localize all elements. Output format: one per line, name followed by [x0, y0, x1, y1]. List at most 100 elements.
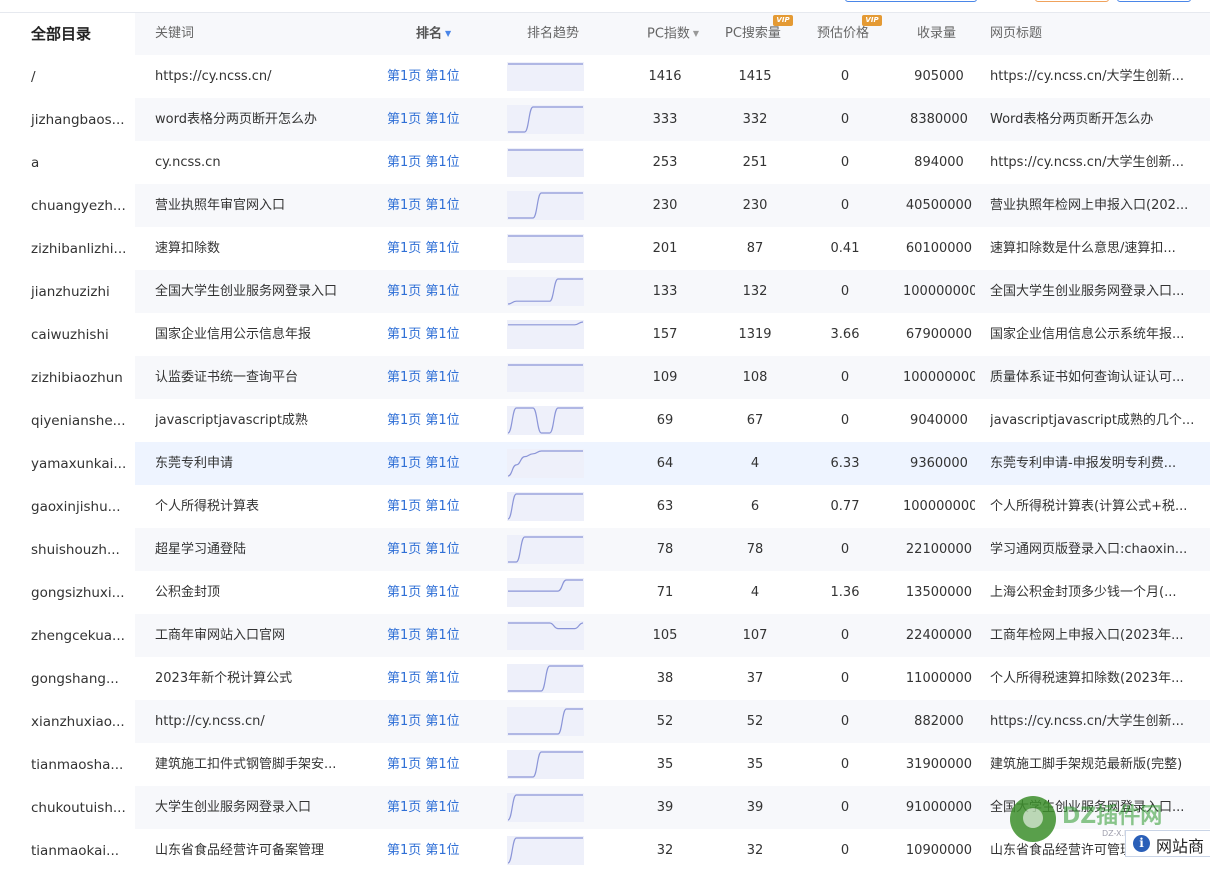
sidebar-item[interactable]: chukoutuish... — [12, 787, 135, 830]
keyword-cell[interactable]: 个人所得税计算表 — [155, 485, 360, 528]
site-badge[interactable]: i 网站商 — [1125, 830, 1210, 857]
rank-cell[interactable]: 第1页 第1位 — [387, 829, 477, 872]
keyword-cell[interactable]: 认监委证书统一查询平台 — [155, 356, 360, 399]
table-row[interactable]: 个人所得税计算表 第1页 第1位 63 6 0.77 100000000 个人所得税计算表(… — [135, 485, 1210, 528]
rank-cell[interactable]: 第1页 第1位 — [387, 571, 477, 614]
rank-cell[interactable]: 第1页 第1位 — [387, 141, 477, 184]
page-title-cell[interactable]: https://cy.ncss.cn/大学生创新... — [990, 55, 1200, 98]
rank-cell[interactable]: 第1页 第1位 — [387, 184, 477, 227]
page-title-cell[interactable]: 东莞专利申请-申报发明专利费... — [990, 442, 1200, 485]
rank-cell[interactable]: 第1页 第1位 — [387, 700, 477, 743]
page-title-cell[interactable]: 国家企业信用信息公示系统年报... — [990, 313, 1200, 356]
sidebar-item[interactable]: zizhibanlizhi... — [12, 228, 135, 271]
sidebar-item[interactable]: tianmaokai... — [12, 830, 135, 873]
table-row[interactable]: 工商年审网站入口官网 第1页 第1位 105 107 0 22400000 工商年检网上申报… — [135, 614, 1210, 657]
table-row[interactable]: https://cy.ncss.cn/第1页 第1位 1416 1415 0 90500… — [135, 55, 1210, 98]
page-title-cell[interactable]: 营业执照年检网上申报入口(202... — [990, 184, 1200, 227]
page-title-cell[interactable]: Word表格分两页断开怎么办 — [990, 98, 1200, 141]
page-title-cell[interactable]: 上海公积金封顶多少钱一个月(... — [990, 571, 1200, 614]
keyword-cell[interactable]: 公积金封顶 — [155, 571, 360, 614]
table-row[interactable]: 营业执照年审官网入口 第1页 第1位 230 230 0 40500000 营业执照年检网上… — [135, 184, 1210, 227]
table-row[interactable]: 国家企业信用公示信息年报 第1页 第1位 157 1319 3.66 67900000 国家… — [135, 313, 1210, 356]
sidebar-item[interactable]: chuangyezh... — [12, 185, 135, 228]
keyword-cell[interactable]: http://cy.ncss.cn/ — [155, 700, 360, 743]
sidebar-item[interactable]: gaoxinjishu... — [12, 486, 135, 529]
sidebar-item[interactable]: / — [12, 56, 135, 99]
page-title-cell[interactable]: 个人所得税计算表(计算公式+税... — [990, 485, 1200, 528]
table-row[interactable]: http://cy.ncss.cn/第1页 第1位 52 52 0 882000 http… — [135, 700, 1210, 743]
rank-cell[interactable]: 第1页 第1位 — [387, 399, 477, 442]
rank-cell[interactable]: 第1页 第1位 — [387, 442, 477, 485]
rank-cell[interactable]: 第1页 第1位 — [387, 313, 477, 356]
page-title-cell[interactable]: 速算扣除数是什么意思/速算扣... — [990, 227, 1200, 270]
table-row[interactable]: 认监委证书统一查询平台 第1页 第1位 109 108 0 100000000 质量体系证书… — [135, 356, 1210, 399]
sort-caret-icon[interactable]: ▼ — [445, 29, 451, 38]
sidebar-item[interactable]: jizhangbaos... — [12, 99, 135, 142]
sidebar-item[interactable]: a — [12, 142, 135, 185]
rank-cell[interactable]: 第1页 第1位 — [387, 356, 477, 399]
page-title-cell[interactable]: 学习通网页版登录入口:chaoxin... — [990, 528, 1200, 571]
page-title-cell[interactable]: 建筑施工脚手架规范最新版(完整) — [990, 743, 1200, 786]
keyword-cell[interactable]: javascriptjavascript成熟 — [155, 399, 360, 442]
col-pc-index-header[interactable]: PC指数 ▼ — [647, 13, 699, 55]
page-title-cell[interactable]: 个人所得税速算扣除数(2023年... — [990, 657, 1200, 700]
col-rank-header[interactable]: 排名 ▼ — [416, 13, 451, 55]
rank-cell[interactable]: 第1页 第1位 — [387, 270, 477, 313]
keyword-cell[interactable]: cy.ncss.cn — [155, 141, 360, 184]
rank-cell[interactable]: 第1页 第1位 — [387, 614, 477, 657]
sort-caret-icon[interactable]: ▼ — [693, 29, 699, 38]
page-title-cell[interactable]: https://cy.ncss.cn/大学生创新... — [990, 141, 1200, 184]
keyword-cell[interactable]: 大学生创业服务网登录入口 — [155, 786, 360, 829]
sidebar-item[interactable]: zizhibiaozhun — [12, 357, 135, 400]
keyword-cell[interactable]: 超星学习通登陆 — [155, 528, 360, 571]
rank-cell[interactable]: 第1页 第1位 — [387, 227, 477, 270]
page-title-cell[interactable]: 质量体系证书如何查询认证认可... — [990, 356, 1200, 399]
keyword-cell[interactable]: 营业执照年审官网入口 — [155, 184, 360, 227]
table-row[interactable]: 超星学习通登陆 第1页 第1位 78 78 0 22100000 学习通网页版登录入口:ch… — [135, 528, 1210, 571]
keyword-cell[interactable]: 东莞专利申请 — [155, 442, 360, 485]
sidebar-item[interactable]: tianmaosha... — [12, 744, 135, 787]
keyword-cell[interactable]: 山东省食品经营许可备案管理 — [155, 829, 360, 872]
table-row[interactable]: 公积金封顶 第1页 第1位 71 4 1.36 13500000 上海公积金封顶多少钱一个月… — [135, 571, 1210, 614]
top-button-3[interactable] — [1117, 0, 1191, 2]
page-title-cell[interactable]: 工商年检网上申报入口(2023年... — [990, 614, 1200, 657]
sidebar-title[interactable]: 全部目录 — [12, 13, 135, 56]
table-row[interactable]: cy.ncss.cn 第1页 第1位 253 251 0 894000 https://cy… — [135, 141, 1210, 184]
keyword-cell[interactable]: 2023年新个税计算公式 — [155, 657, 360, 700]
rank-cell[interactable]: 第1页 第1位 — [387, 98, 477, 141]
sidebar-item[interactable]: gongshang... — [12, 658, 135, 701]
rank-cell[interactable]: 第1页 第1位 — [387, 743, 477, 786]
sidebar-item[interactable]: gongsizhuxi... — [12, 572, 135, 615]
page-title-cell[interactable]: https://cy.ncss.cn/大学生创新... — [990, 700, 1200, 743]
sidebar-item[interactable]: caiwuzhishi — [12, 314, 135, 357]
keyword-cell[interactable]: 国家企业信用公示信息年报 — [155, 313, 360, 356]
top-button-1[interactable] — [845, 0, 977, 2]
sidebar-item[interactable]: qiyenianshe... — [12, 400, 135, 443]
table-row[interactable]: 建筑施工扣件式钢管脚手架安... 第1页 第1位 35 35 0 31900000 建筑施工… — [135, 743, 1210, 786]
page-title-cell[interactable]: 全国大学生创业服务网登录入口... — [990, 270, 1200, 313]
keyword-cell[interactable]: 全国大学生创业服务网登录入口 — [155, 270, 360, 313]
table-row[interactable]: word表格分两页断开怎么办 第1页 第1位 333 332 0 8380000 Word表… — [135, 98, 1210, 141]
keyword-cell[interactable]: 建筑施工扣件式钢管脚手架安... — [155, 743, 360, 786]
keyword-cell[interactable]: 速算扣除数 — [155, 227, 360, 270]
table-row[interactable]: 2023年新个税计算公式 第1页 第1位 38 37 0 11000000 个人所得税速算扣… — [135, 657, 1210, 700]
rank-cell[interactable]: 第1页 第1位 — [387, 657, 477, 700]
rank-cell[interactable]: 第1页 第1位 — [387, 485, 477, 528]
sidebar-item[interactable]: zhengcekua... — [12, 615, 135, 658]
table-row[interactable]: 速算扣除数 第1页 第1位 201 87 0.41 60100000 速算扣除数是什么意思/… — [135, 227, 1210, 270]
keyword-cell[interactable]: https://cy.ncss.cn/ — [155, 55, 360, 98]
top-button-2[interactable] — [1035, 0, 1109, 2]
sidebar-item[interactable]: yamaxunkai... — [12, 443, 135, 486]
keyword-cell[interactable]: word表格分两页断开怎么办 — [155, 98, 360, 141]
page-title-cell[interactable]: javascriptjavascript成熟的几个... — [990, 399, 1200, 442]
sidebar-item[interactable]: jianzhuzizhi — [12, 271, 135, 314]
keyword-cell[interactable]: 工商年审网站入口官网 — [155, 614, 360, 657]
rank-cell[interactable]: 第1页 第1位 — [387, 528, 477, 571]
table-row[interactable]: 全国大学生创业服务网登录入口 第1页 第1位 133 132 0 100000000 全国大… — [135, 270, 1210, 313]
sidebar-item[interactable]: xianzhuxiao... — [12, 701, 135, 744]
table-row[interactable]: 东莞专利申请 第1页 第1位 64 4 6.33 9360000 东莞专利申请-申报发明专利… — [135, 442, 1210, 485]
rank-cell[interactable]: 第1页 第1位 — [387, 786, 477, 829]
table-row[interactable]: javascriptjavascript成熟 第1页 第1位 69 67 0 904000… — [135, 399, 1210, 442]
sidebar-item[interactable]: shuishouzh... — [12, 529, 135, 572]
rank-cell[interactable]: 第1页 第1位 — [387, 55, 477, 98]
